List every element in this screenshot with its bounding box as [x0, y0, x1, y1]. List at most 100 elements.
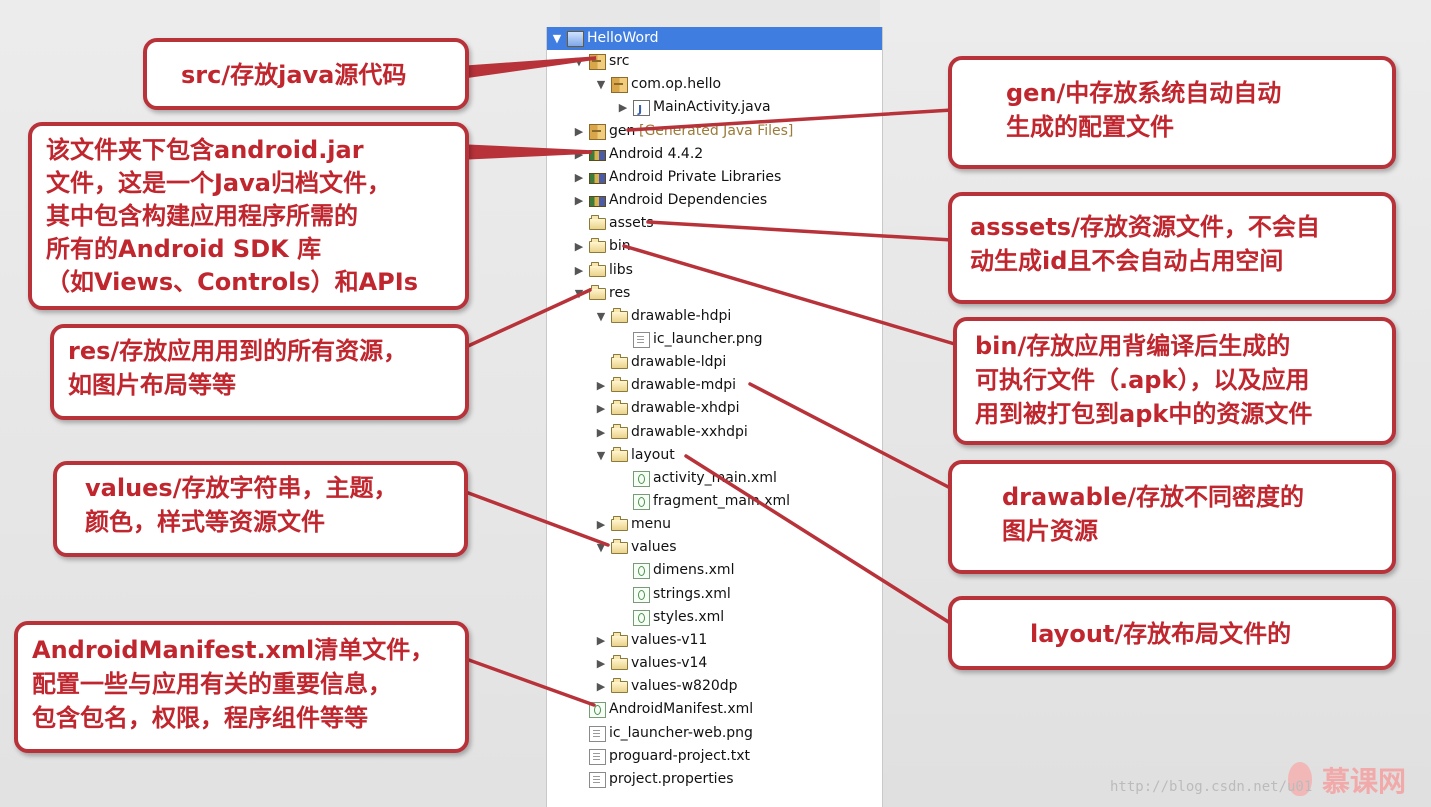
collapsed-arrow-icon[interactable]: ▶: [573, 189, 585, 212]
tree-item-label: layout: [631, 446, 675, 463]
tree-item-label: res: [609, 284, 631, 301]
tree-item-label: project.properties: [609, 770, 734, 787]
tree-item-label: com.op.hello: [631, 76, 722, 93]
folder-icon: [589, 215, 606, 231]
tree-item-label: fragment_main.xml: [653, 493, 791, 509]
folder-icon: [589, 284, 606, 300]
callout-android-jar: 该文件夹下包含android.jar 文件，这是一个Java归档文件， 其中包含…: [28, 122, 469, 310]
folder-icon: [611, 446, 628, 462]
file-icon: [589, 771, 606, 788]
tree-item-label: src: [609, 53, 630, 70]
file-icon: [589, 725, 606, 742]
collapsed-arrow-icon[interactable]: ▶: [595, 397, 607, 420]
folder-icon: [611, 516, 628, 532]
lib-icon: [589, 172, 606, 184]
brand-logo-text: 慕课网: [1322, 765, 1407, 798]
folder-icon: [611, 354, 628, 370]
tree-item[interactable]: ▼ HelloWord: [547, 27, 882, 50]
collapsed-arrow-icon[interactable]: ▶: [595, 513, 607, 536]
file-icon: [633, 331, 650, 348]
pkg-icon: [589, 54, 606, 71]
tree-item-label: dimens.xml: [653, 562, 735, 579]
file-icon: [589, 748, 606, 765]
folder-icon: [611, 655, 628, 671]
project-explorer-tree: ▼HelloWord▼src▼com.op.hello▶MainActivity…: [546, 27, 883, 807]
folder-icon: [611, 423, 628, 439]
folder-icon: [611, 307, 628, 323]
tree-item-label: drawable-hdpi: [631, 307, 732, 324]
tree-item-label: Android Dependencies: [609, 192, 768, 209]
xml-icon: [633, 494, 650, 510]
folder-icon: [611, 377, 628, 393]
expanded-arrow-icon[interactable]: ▼: [573, 50, 585, 73]
collapsed-arrow-icon[interactable]: ▶: [595, 629, 607, 652]
tree-item-label: gen: [609, 122, 636, 139]
tree-item-label: drawable-ldpi: [631, 354, 727, 371]
java-icon: [633, 98, 650, 121]
expanded-arrow-icon[interactable]: ▼: [595, 73, 607, 96]
tree-item-label: AndroidManifest.xml: [609, 701, 754, 718]
tree-item-label: styles.xml: [653, 608, 725, 625]
tree-item-label: values-w820dp: [631, 678, 738, 695]
tree-item-label: proguard-project.txt: [609, 747, 750, 764]
tree-item-label: ic_launcher.png: [653, 330, 763, 347]
tree-item-decoration: [Generated Java Files]: [639, 122, 794, 139]
xml-icon: [633, 563, 650, 580]
collapsed-arrow-icon[interactable]: ▶: [573, 143, 585, 166]
lib-icon: [589, 149, 606, 161]
xml-icon: [589, 702, 606, 719]
callout-src: src/存放java源代码: [143, 38, 469, 110]
collapsed-arrow-icon[interactable]: ▶: [617, 96, 629, 119]
tree-item-label: HelloWord: [587, 30, 659, 46]
collapsed-arrow-icon[interactable]: ▶: [595, 421, 607, 444]
folder-icon: [611, 539, 628, 555]
callout-assets: asssets/存放资源文件，不会自 动生成id且不会自动占用空间: [948, 192, 1396, 304]
tree-item-label: values-v14: [631, 655, 708, 672]
tree-item-label: drawable-xxhdpi: [631, 423, 748, 440]
callout-gen: gen/中存放系统自动自动 生成的配置文件: [948, 56, 1396, 169]
watermark-url: http://blog.csdn.net/u01: [1110, 779, 1313, 795]
tree-item-label: menu: [631, 516, 671, 533]
collapsed-arrow-icon[interactable]: ▶: [595, 675, 607, 698]
folder-icon: [589, 238, 606, 254]
tree-item-label: drawable-xhdpi: [631, 400, 740, 417]
folder-icon: [589, 261, 606, 277]
callout-manifest: AndroidManifest.xml清单文件， 配置一些与应用有关的重要信息，…: [14, 621, 469, 753]
tree-item-label: assets: [609, 215, 654, 232]
folder-icon: [611, 631, 628, 647]
expanded-arrow-icon[interactable]: ▼: [573, 282, 585, 305]
callout-values: values/存放字符串，主题， 颜色，样式等资源文件: [53, 461, 468, 557]
tree-item-label: libs: [609, 261, 633, 278]
expanded-arrow-icon[interactable]: ▼: [595, 444, 607, 467]
xml-icon: [633, 609, 650, 626]
tree-item-label: drawable-mdpi: [631, 377, 736, 394]
folder-icon: [611, 678, 628, 694]
xml-icon: [633, 586, 650, 603]
callout-bin: bin/存放应用背编译后生成的 可执行文件（.apk），以及应用 用到被打包到a…: [953, 317, 1396, 445]
callout-layout: layout/存放布局文件的: [948, 596, 1396, 670]
collapsed-arrow-icon[interactable]: ▶: [595, 374, 607, 397]
callout-drawable: drawable/存放不同密度的 图片资源: [948, 460, 1396, 574]
tree-item-label: values-v11: [631, 631, 708, 648]
collapsed-arrow-icon[interactable]: ▶: [573, 235, 585, 258]
collapsed-arrow-icon[interactable]: ▶: [573, 166, 585, 189]
tree-item-label: values: [631, 539, 677, 556]
collapsed-arrow-icon[interactable]: ▶: [573, 259, 585, 282]
tree-item-label: Android Private Libraries: [609, 168, 782, 185]
tree-item-label: strings.xml: [653, 585, 731, 602]
collapsed-arrow-icon[interactable]: ▶: [573, 120, 585, 143]
pkg-icon: [589, 123, 606, 140]
lib-icon: [589, 196, 606, 208]
callout-res: res/存放应用用到的所有资源， 如图片布局等等: [50, 324, 469, 420]
expanded-arrow-icon[interactable]: ▼: [595, 536, 607, 559]
tree-item-label: MainActivity.java: [653, 99, 771, 116]
collapsed-arrow-icon[interactable]: ▶: [595, 652, 607, 675]
expanded-arrow-icon[interactable]: ▼: [595, 305, 607, 328]
project-icon: [567, 31, 584, 47]
expanded-arrow-icon[interactable]: ▼: [551, 27, 563, 50]
tree-item-label: bin: [609, 238, 631, 255]
tree-item-label: ic_launcher-web.png: [609, 724, 753, 741]
pkg-icon: [611, 77, 628, 94]
folder-icon: [611, 400, 628, 416]
tree-item-label: Android 4.4.2: [609, 145, 704, 162]
